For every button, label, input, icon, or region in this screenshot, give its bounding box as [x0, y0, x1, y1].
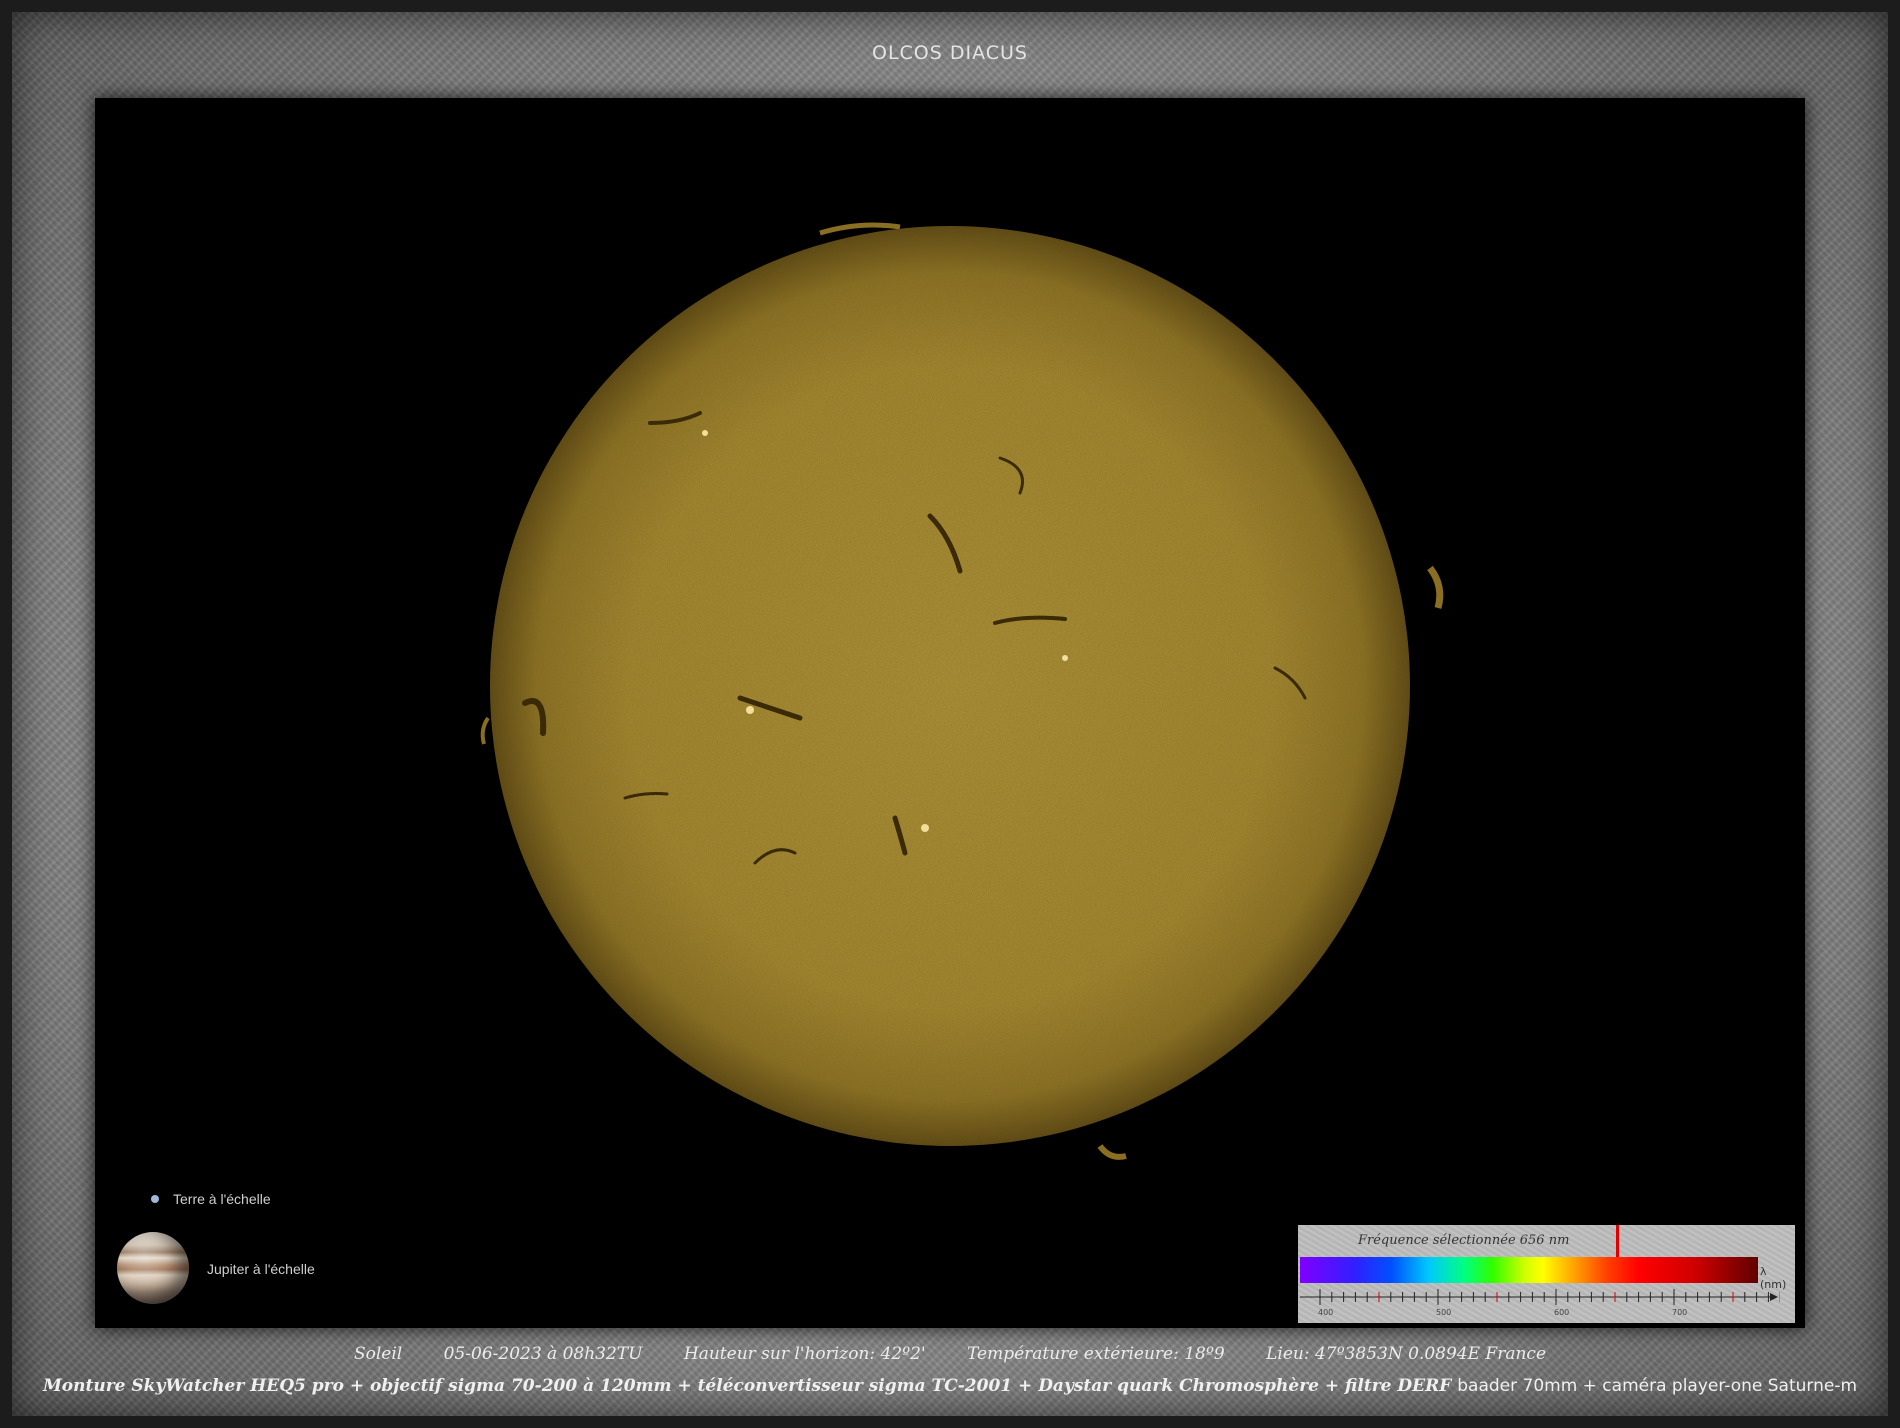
jupiter-icon [117, 1232, 189, 1304]
spectrum-marker-icon [1616, 1225, 1619, 1257]
location-info: Lieu: 47º3853N 0.0894E France [1266, 1344, 1547, 1364]
equipment-details: Monture SkyWatcher HEQ5 pro + objectif s… [0, 1376, 1900, 1396]
frequency-label: Fréquence sélectionnée 656 nm [1358, 1233, 1570, 1248]
spectrum-tick-label: 400 [1318, 1308, 1333, 1317]
equipment-list: Monture SkyWatcher HEQ5 pro + objectif s… [42, 1376, 1452, 1396]
picture-frame: OLCOS DIACUS Terre à l'échelle Jupiter à… [0, 0, 1900, 1428]
sun-texture [490, 226, 1410, 1146]
solar-photograph: Terre à l'échelle Jupiter à l'échelle Fr… [95, 98, 1805, 1328]
spectrum-tick-label: 600 [1554, 1308, 1569, 1317]
earth-icon [151, 1195, 159, 1203]
spectrum-tick-label: 500 [1436, 1308, 1451, 1317]
prominence [1427, 565, 1444, 609]
prominence [480, 716, 490, 745]
object-name: Soleil [353, 1344, 403, 1364]
altitude-info: Hauteur sur l'horizon: 42º2' [683, 1344, 926, 1364]
observation-details: Soleil 05-06-2023 à 08h32TU Hauteur sur … [0, 1344, 1900, 1364]
earth-scale-label: Terre à l'échelle [173, 1191, 271, 1207]
temperature-info: Température extérieure: 18º9 [967, 1344, 1225, 1364]
observation-date: 05-06-2023 à 08h32TU [443, 1344, 643, 1364]
equipment-list-tail: baader 70mm + caméra player-one Saturne-… [1457, 1376, 1858, 1396]
spectrum-ruler: 400 500 600 700 [1300, 1289, 1780, 1317]
spectrum-bar [1300, 1257, 1758, 1283]
jupiter-scale-label: Jupiter à l'échelle [207, 1261, 315, 1277]
spectrum-tick-label: 700 [1672, 1308, 1687, 1317]
prominence [1097, 1144, 1127, 1160]
spectrum-panel: Fréquence sélectionnée 656 nm λ (nm) 400… [1298, 1225, 1795, 1323]
sun-image [480, 222, 1444, 1160]
photo-title: OLCOS DIACUS [872, 42, 1028, 64]
